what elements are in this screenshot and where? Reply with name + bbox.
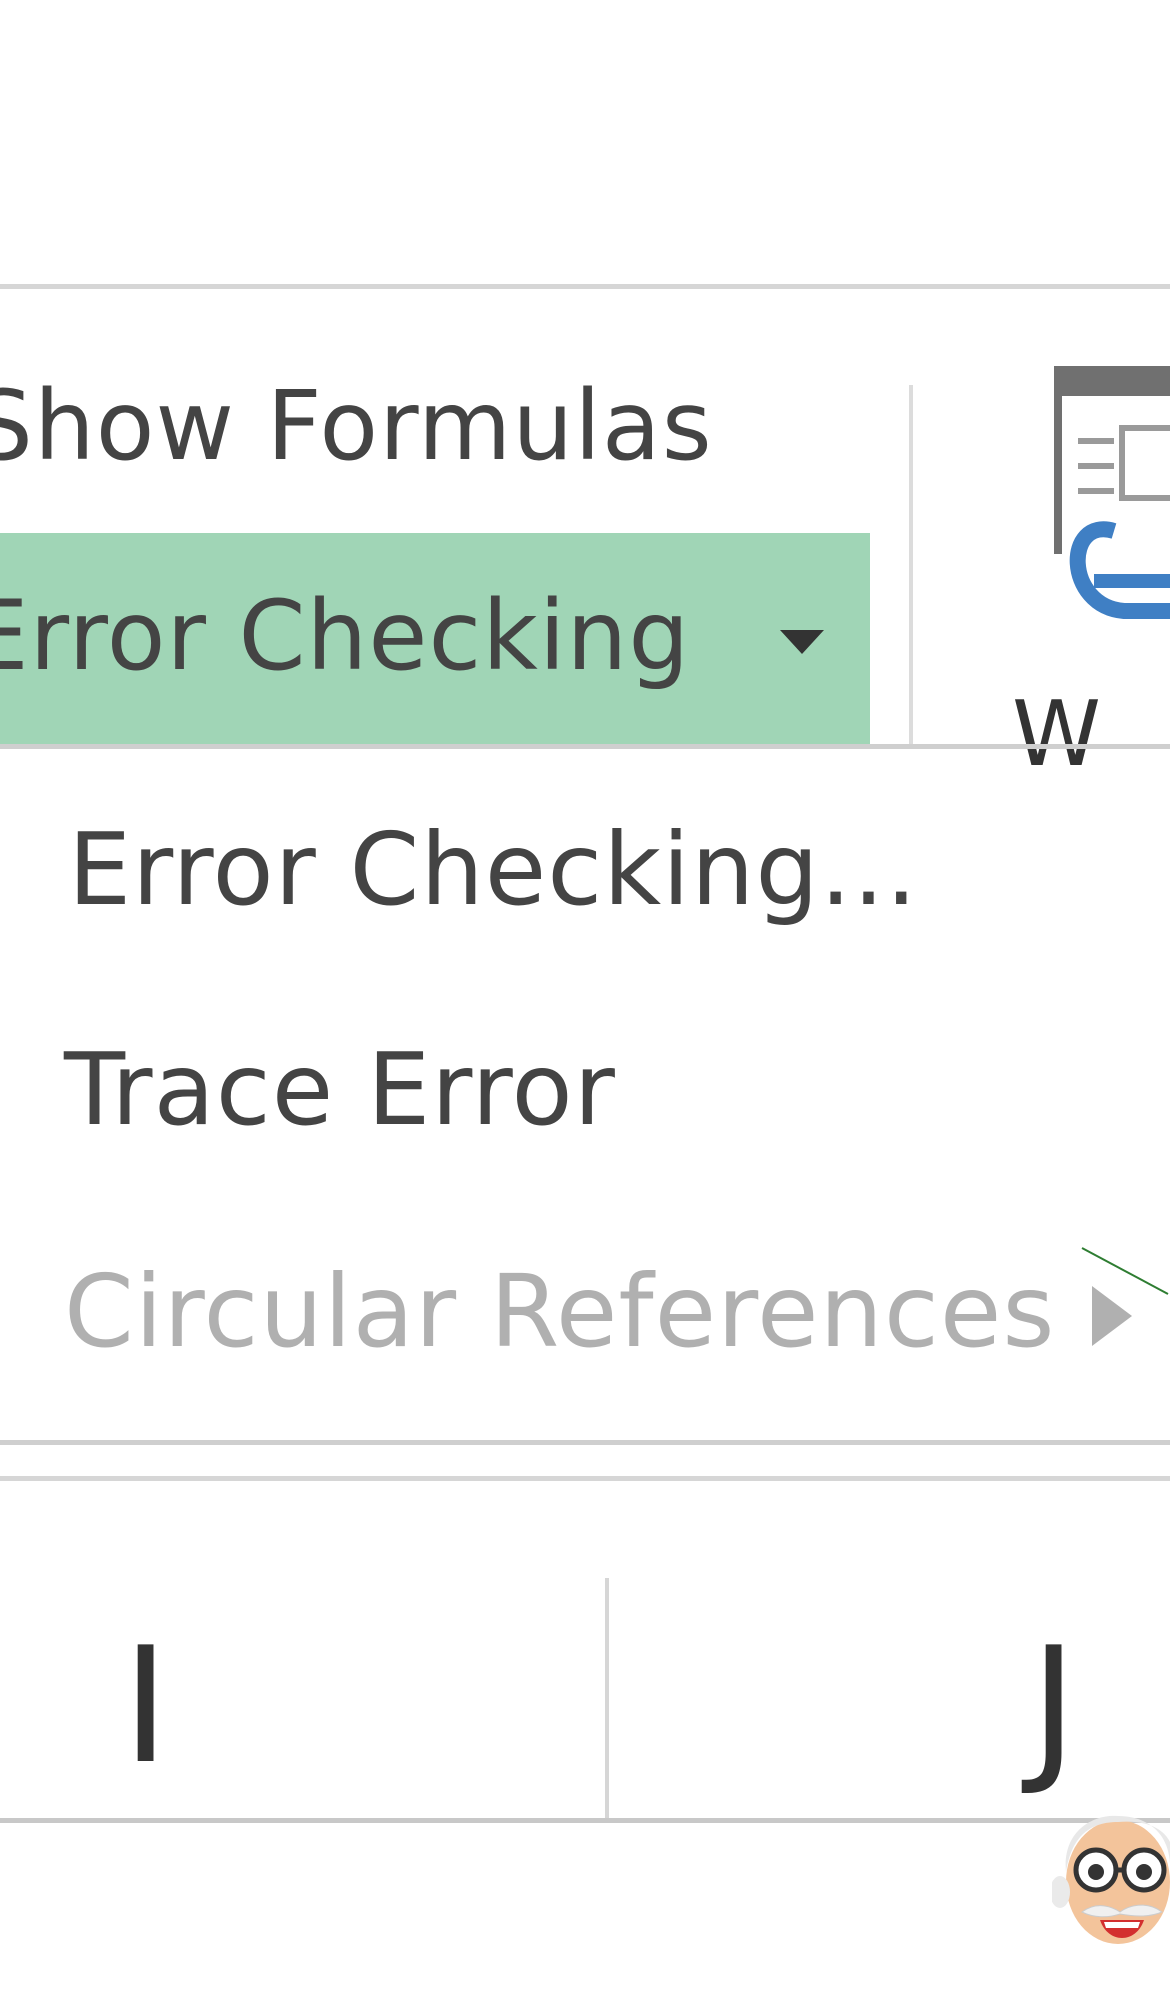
mascot-icon	[1052, 1815, 1170, 1944]
menu-item-circular-references: Circular References	[64, 1253, 1056, 1370]
menu-item-trace-error[interactable]: Trace Error	[64, 1040, 616, 1140]
column-separator[interactable]	[605, 1578, 609, 1818]
menu-bottom-border	[0, 1440, 1170, 1445]
decorative-line	[1081, 1247, 1169, 1295]
watch-window-label[interactable]: W	[1012, 690, 1101, 780]
menu-item-error-checking[interactable]: Error Checking...	[68, 820, 918, 920]
chevron-down-icon[interactable]	[780, 630, 824, 654]
watch-window-icon[interactable]	[1054, 366, 1170, 666]
column-header-i[interactable]: I	[122, 1626, 169, 1786]
sheet-top-border	[0, 1476, 1170, 1481]
column-header-j[interactable]: J	[1030, 1626, 1077, 1786]
show-formulas-button[interactable]: Show Formulas	[0, 378, 713, 474]
menu-top-border	[0, 744, 1170, 749]
header-bottom-border	[0, 1818, 1170, 1823]
error-checking-label[interactable]: Error Checking	[0, 588, 690, 684]
group-separator	[909, 385, 913, 745]
ribbon-top-border	[0, 284, 1170, 289]
